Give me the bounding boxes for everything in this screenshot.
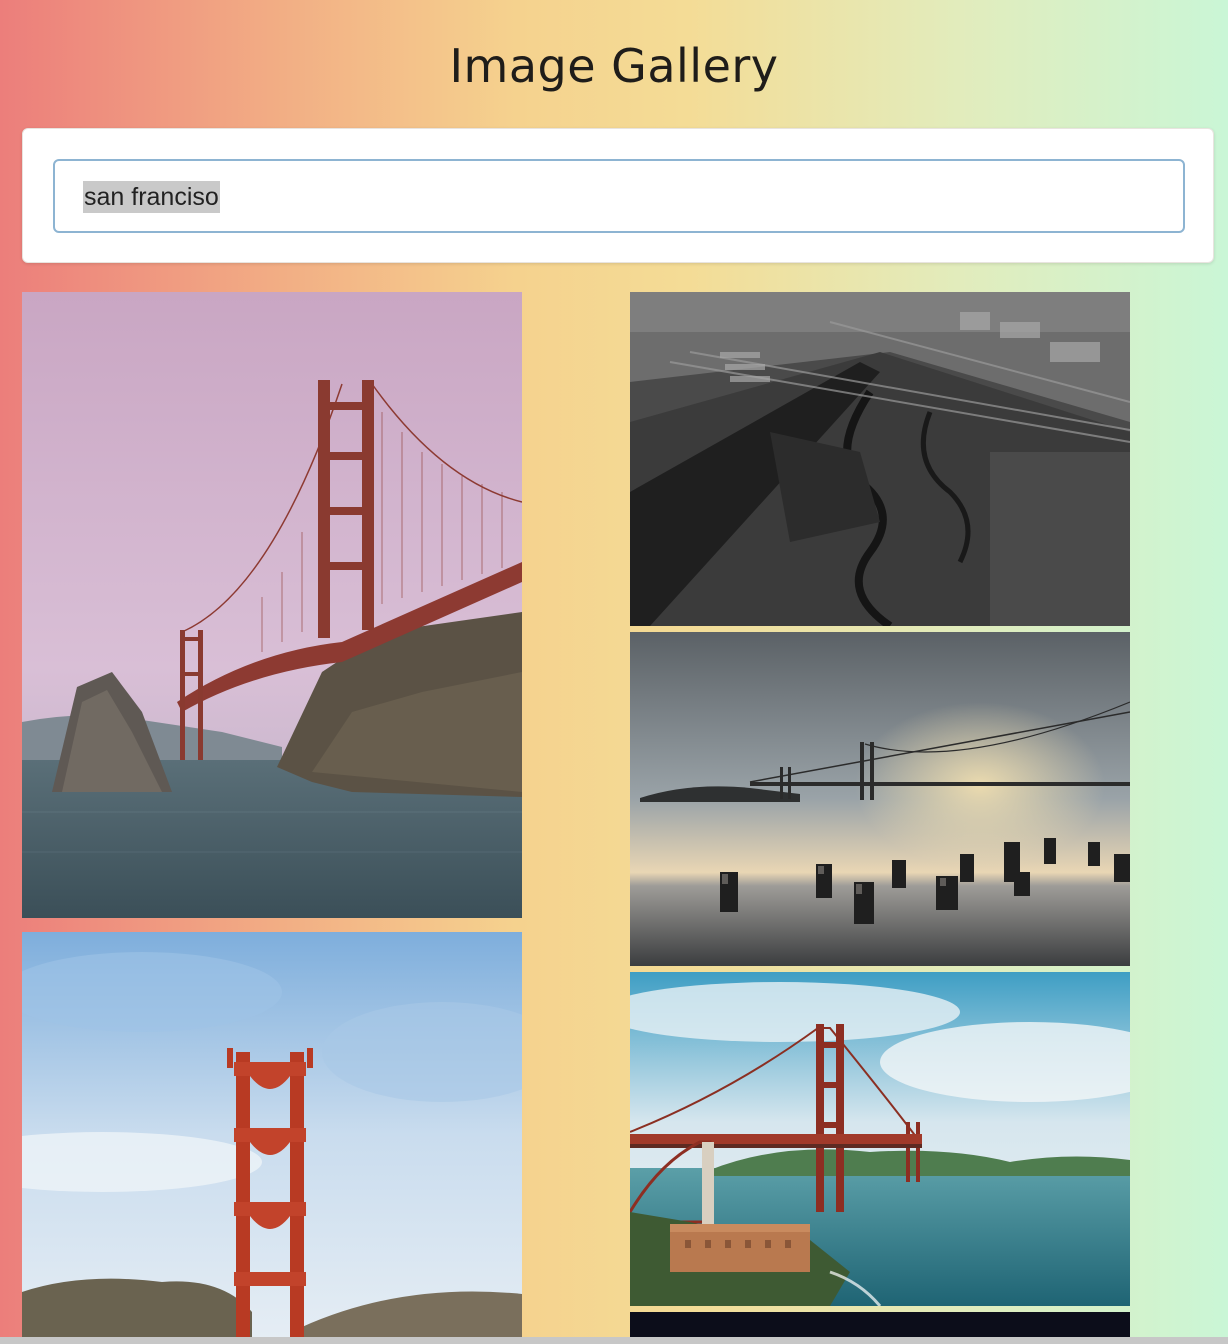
gallery-image-dark[interactable] bbox=[630, 1312, 1130, 1337]
dark-night-photo bbox=[630, 1312, 1130, 1337]
search-input-value[interactable]: san franciso bbox=[83, 181, 220, 213]
aerial-bw-bay-marsh-photo bbox=[630, 292, 1130, 626]
gallery-image-golden-gate-pink[interactable] bbox=[22, 292, 522, 918]
search-card: san franciso bbox=[22, 128, 1214, 263]
golden-gate-bridge-pink-sky-photo bbox=[22, 292, 522, 918]
golden-gate-tower-blue-sky-photo bbox=[22, 932, 522, 1337]
gallery-image-bay-bridge[interactable] bbox=[630, 632, 1130, 966]
search-input[interactable]: san franciso bbox=[53, 159, 1185, 233]
gallery-image-fort-point[interactable] bbox=[630, 972, 1130, 1306]
golden-gate-fort-point-photo bbox=[630, 972, 1130, 1306]
bay-bridge-sunset-pilings-photo bbox=[630, 632, 1130, 966]
gallery-image-golden-gate-tower[interactable] bbox=[22, 932, 522, 1337]
gallery-image-aerial-bw[interactable] bbox=[630, 292, 1130, 626]
horizontal-scrollbar[interactable] bbox=[0, 1337, 1228, 1344]
page-title: Image Gallery bbox=[449, 39, 779, 93]
